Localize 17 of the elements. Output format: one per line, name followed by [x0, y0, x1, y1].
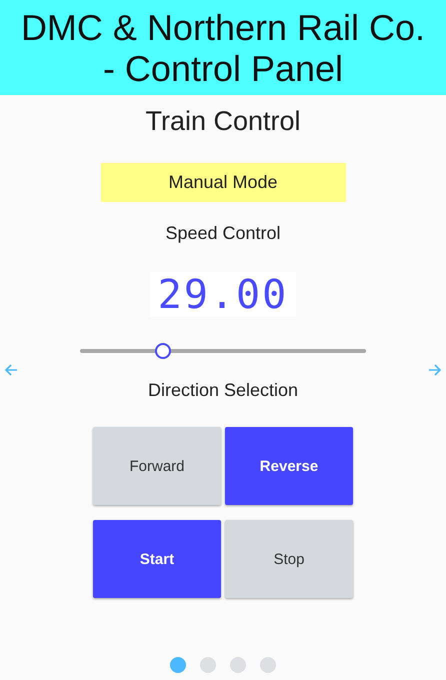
page-dot[interactable] [260, 657, 276, 673]
page-title: Train Control [145, 105, 301, 137]
page-dot[interactable] [200, 657, 216, 673]
direction-button[interactable]: Reverse [225, 427, 353, 505]
page-dot[interactable] [170, 657, 186, 673]
run-button[interactable]: Start [93, 520, 221, 598]
app-title: DMC & Northern Rail Co. - Control Panel [20, 6, 426, 88]
speed-label: Speed Control [165, 222, 281, 244]
mode-label: Manual Mode [100, 163, 346, 202]
direction-label: Direction Selection [148, 379, 298, 401]
page-dot[interactable] [230, 657, 246, 673]
left-arrow-icon[interactable] [4, 363, 18, 377]
speed-display: 29.00 [150, 272, 296, 317]
direction-button[interactable]: Forward [93, 427, 221, 505]
right-arrow-icon[interactable] [428, 363, 442, 377]
run-button[interactable]: Stop [225, 520, 353, 598]
slider-thumb[interactable] [154, 343, 171, 359]
